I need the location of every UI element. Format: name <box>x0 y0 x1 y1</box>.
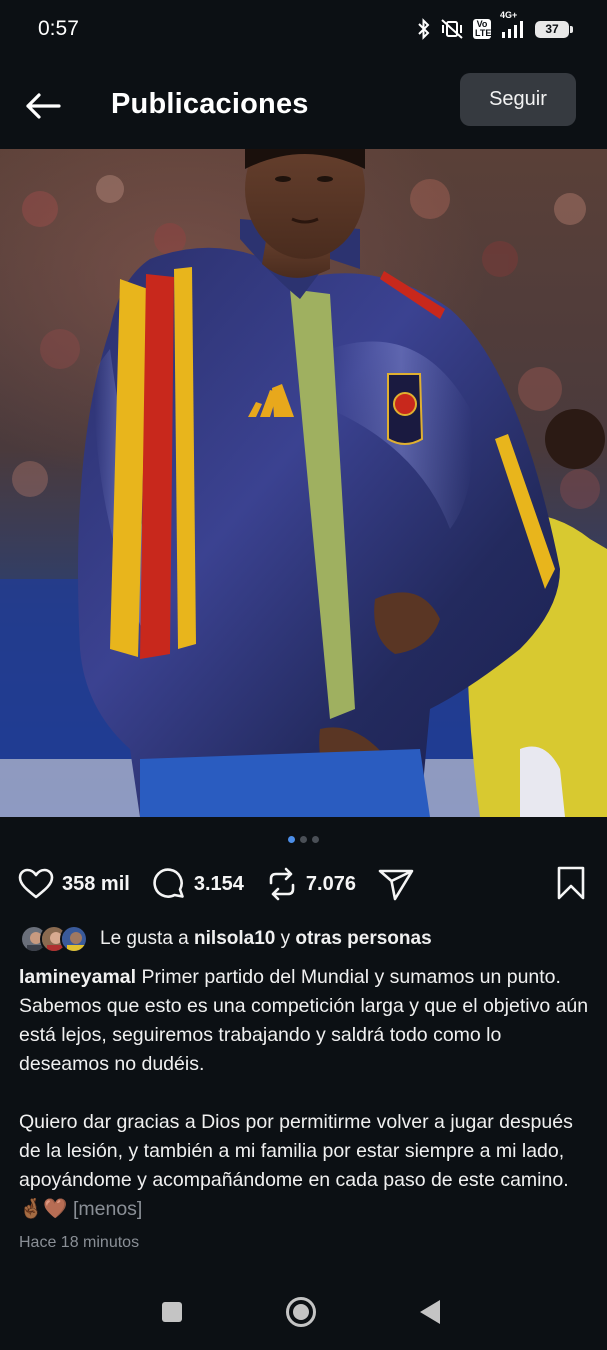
likes-text: Le gusta a nilsola10 y otras personas <box>100 928 432 950</box>
volte-icon: Vo LTE <box>473 19 491 39</box>
repost-icon <box>269 867 295 901</box>
caption-text-2: Quiero dar gracias a Dios por permitirme… <box>19 1111 573 1191</box>
follow-button[interactable]: Seguir <box>460 73 576 126</box>
comment-button[interactable]: 3.154 <box>152 867 244 901</box>
status-icons: Vo LTE 4G+ 37 <box>417 10 573 40</box>
post-photo[interactable] <box>0 149 607 817</box>
comment-icon <box>153 868 184 898</box>
heart-icon <box>18 868 54 899</box>
triangle-back-icon <box>420 1300 440 1324</box>
page-title: Publicaciones <box>111 88 309 120</box>
back-nav-button[interactable] <box>419 1299 441 1330</box>
carousel-dot-3 <box>312 836 319 843</box>
post-timestamp: Hace 18 minutos <box>19 1234 140 1251</box>
caption-username[interactable]: lamineyamal <box>19 966 136 988</box>
caption-paragraph-2: Quiero dar gracias a Dios por permitirme… <box>19 1108 591 1224</box>
arrow-left-icon <box>26 93 61 119</box>
bookmark-icon <box>557 866 585 900</box>
carousel-dot-1 <box>288 836 295 843</box>
likes-others[interactable]: otras personas <box>295 928 431 949</box>
caption-paragraph-1: lamineyamal Primer partido del Mundial y… <box>19 963 591 1079</box>
back-button[interactable] <box>22 87 64 125</box>
comment-count: 3.154 <box>193 872 244 895</box>
status-bar: 0:57 Vo LTE 4G+ 37 <box>0 0 607 58</box>
caption-emojis: 🤞🏾🤎 <box>19 1198 68 1220</box>
repost-count: 7.076 <box>305 872 356 895</box>
avatar <box>60 925 88 953</box>
likes-prefix: Le gusta a <box>100 928 189 949</box>
vibrate-off-icon <box>440 18 464 40</box>
network-type: 4G+ <box>500 10 518 20</box>
like-count: 358 mil <box>62 872 130 895</box>
repost-button[interactable]: 7.076 <box>266 867 356 901</box>
post-caption: lamineyamal Primer partido del Mundial y… <box>19 963 591 1224</box>
circle-icon <box>286 1297 316 1327</box>
carousel-indicator <box>0 836 607 846</box>
share-button[interactable] <box>378 867 414 901</box>
likes-connector: y <box>280 928 291 949</box>
liker-avatars <box>20 925 88 953</box>
battery-icon: 37 <box>535 20 573 38</box>
battery-level: 37 <box>545 22 559 36</box>
home-button[interactable] <box>285 1296 317 1333</box>
bluetooth-icon <box>417 18 431 40</box>
save-button[interactable] <box>556 865 586 906</box>
signal-icon: 4G+ <box>500 10 526 39</box>
status-time: 0:57 <box>38 17 79 40</box>
liked-by[interactable]: Le gusta a nilsola10 y otras personas <box>20 924 432 954</box>
post-actions: 358 mil 3.154 7.076 <box>18 862 588 906</box>
system-nav-bar <box>0 1280 607 1350</box>
less-link[interactable]: [menos] <box>73 1198 142 1220</box>
like-button[interactable]: 358 mil <box>18 868 130 900</box>
carousel-dot-2 <box>300 836 307 843</box>
liker-username[interactable]: nilsola10 <box>194 928 275 949</box>
send-icon <box>378 869 414 901</box>
square-icon <box>162 1302 182 1322</box>
recents-button[interactable] <box>161 1301 183 1328</box>
volte-label: Vo LTE <box>475 19 492 38</box>
